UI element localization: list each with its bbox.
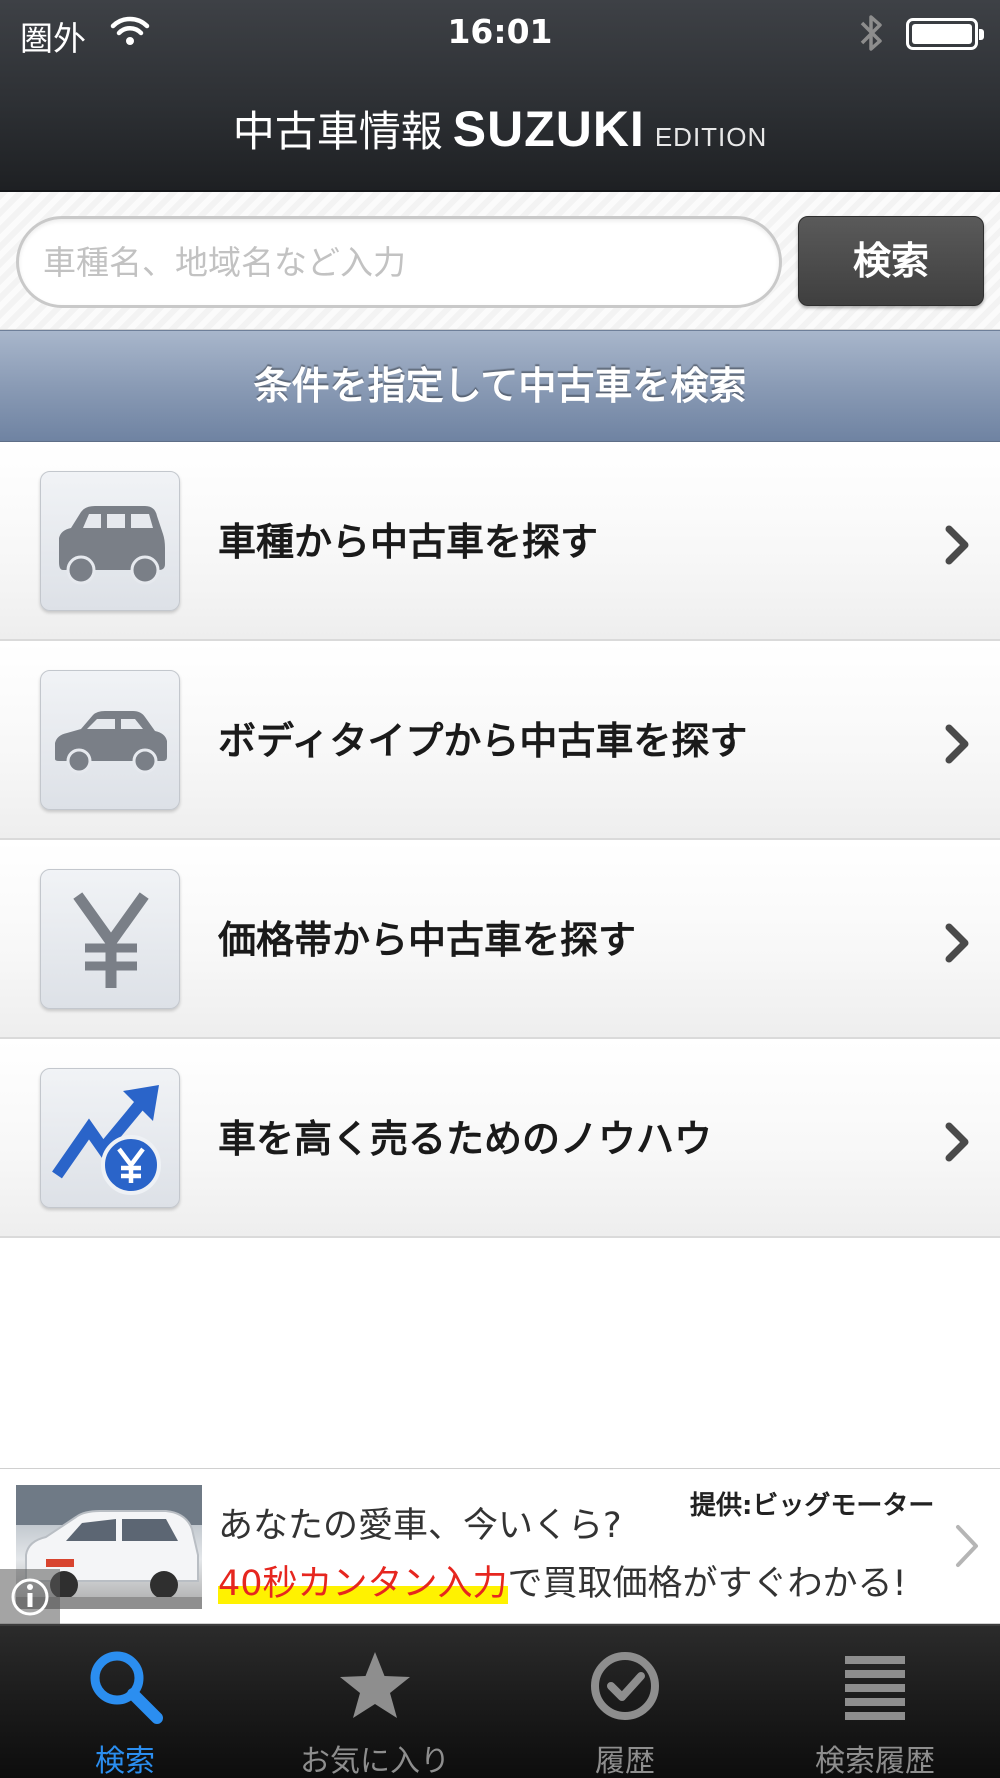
menu-item-label: 車種から中古車を探す	[218, 520, 599, 564]
menu-item-label: ボディタイプから中古車を探す	[218, 719, 748, 763]
menu-item-sell-tips[interactable]: 車を高く売るためのノウハウ	[0, 1039, 1000, 1238]
tab-search-history[interactable]: 検索履歴	[750, 1626, 1000, 1778]
chevron-right-icon	[956, 1525, 978, 1567]
status-time: 16:01	[447, 12, 553, 51]
tab-label: お気に入り	[300, 1744, 450, 1778]
tab-label: 検索履歴	[815, 1744, 935, 1778]
tab-search[interactable]: 検索	[0, 1626, 250, 1778]
info-icon[interactable]	[0, 1569, 60, 1625]
tab-bar: 検索 お気に入り 履歴 検索履歴	[0, 1624, 1000, 1778]
chevron-right-icon	[945, 923, 969, 963]
list-icon	[845, 1656, 905, 1720]
menu-item-label: 価格帯から中古車を探す	[218, 918, 637, 962]
menu-item-car-model[interactable]: 車種から中古車を探す	[0, 442, 1000, 641]
chevron-right-icon	[945, 1122, 969, 1162]
tab-favorites[interactable]: お気に入り	[250, 1626, 500, 1778]
ad-headline: あなたの愛車、今いくら?	[218, 1506, 622, 1546]
chevron-right-icon	[945, 525, 969, 565]
yen-icon	[40, 869, 180, 1009]
ad-subline-text: で買取価格がすぐわかる!	[507, 1564, 907, 1604]
app-title-edition: EDITION	[654, 122, 768, 152]
body-type-icon	[40, 670, 180, 810]
bluetooth-icon	[858, 12, 886, 58]
value-up-icon	[40, 1068, 180, 1208]
section-title: 条件を指定して中古車を検索	[0, 330, 1000, 442]
ad-banner[interactable]: 提供:ビッグモーター あなたの愛車、今いくら? 40秒カンタン入力で買取価格がす…	[0, 1468, 1000, 1625]
menu-item-label: 車を高く売るためのノウハウ	[218, 1117, 713, 1161]
app-title-brand: SUZUKI	[452, 101, 645, 157]
search-icon	[90, 1651, 163, 1724]
search-input[interactable]	[16, 216, 782, 308]
battery-icon	[906, 18, 984, 50]
menu-item-price-range[interactable]: 価格帯から中古車を探す	[0, 840, 1000, 1039]
search-button[interactable]: 検索	[798, 216, 984, 306]
ad-highlight-text: 40秒カンタン入力	[218, 1564, 508, 1604]
tab-label: 検索	[95, 1744, 155, 1778]
ad-subline: 40秒カンタン入力で買取価格がすぐわかる!	[218, 1555, 907, 1606]
app-header: 圏外 16:01 中古車情報 SUZUKI EDITION	[0, 0, 1000, 192]
search-bar: 検索	[0, 192, 1000, 330]
chevron-right-icon	[945, 724, 969, 764]
app-title: 中古車情報 SUZUKI EDITION	[0, 98, 1000, 159]
app-title-jp: 中古車情報	[232, 107, 443, 156]
check-circle-icon	[591, 1652, 659, 1720]
search-menu-list: 車種から中古車を探す ボディタイプから中古車を探す 価格帯から中古車を探す 車を…	[0, 442, 1000, 1238]
menu-item-body-type[interactable]: ボディタイプから中古車を探す	[0, 641, 1000, 840]
status-bar: 圏外 16:01	[0, 0, 1000, 66]
ad-provider: 提供:ビッグモーター	[690, 1491, 935, 1521]
car-model-icon	[40, 471, 180, 611]
tab-history[interactable]: 履歴	[500, 1626, 750, 1778]
tab-label: 履歴	[595, 1744, 655, 1778]
star-icon	[340, 1652, 410, 1718]
